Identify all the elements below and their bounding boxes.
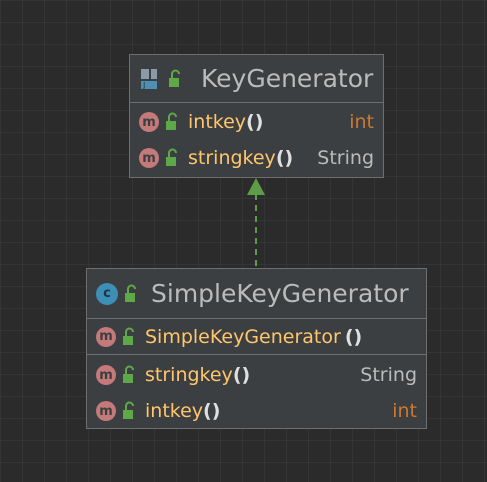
method-icon: m — [96, 365, 116, 385]
method-row-intkey[interactable]: m intkey() int — [130, 104, 383, 140]
method-name: intkey() — [145, 400, 221, 422]
return-type: String — [360, 364, 417, 386]
interface-key-generator[interactable]: J KeyGenerator m intkey() int m stringke… — [129, 54, 384, 178]
lock-icon — [125, 284, 136, 302]
method-row-intkey[interactable]: m intkey() int — [87, 393, 426, 429]
method-row-stringkey[interactable]: m stringkey() String — [130, 140, 383, 176]
lock-icon — [123, 327, 134, 345]
return-type: int — [392, 400, 417, 422]
section-divider: m stringkey() String m intkey() int — [87, 354, 426, 429]
class-header: c SimpleKeyGenerator — [87, 269, 426, 319]
method-icon: m — [96, 401, 116, 421]
constructor-name: SimpleKeyGenerator() — [145, 325, 363, 348]
lock-icon — [123, 365, 134, 383]
method-name: stringkey() — [188, 147, 294, 169]
lock-icon — [169, 69, 180, 87]
return-type: String — [317, 147, 374, 169]
svg-text:J: J — [142, 81, 145, 90]
method-name: stringkey() — [145, 364, 251, 386]
method-icon: m — [139, 112, 159, 132]
interface-icon: J — [141, 68, 157, 90]
lock-icon — [166, 112, 177, 130]
method-name: intkey() — [188, 111, 264, 133]
method-icon: m — [96, 326, 116, 347]
lock-icon — [123, 401, 134, 419]
lock-icon — [166, 148, 177, 166]
class-title: SimpleKeyGenerator — [151, 279, 409, 308]
method-row-stringkey[interactable]: m stringkey() String — [87, 357, 426, 393]
class-icon: c — [96, 282, 118, 305]
constructor-row[interactable]: m SimpleKeyGenerator() — [87, 319, 426, 354]
interface-header: J KeyGenerator — [130, 55, 383, 103]
return-type: int — [349, 111, 374, 133]
class-simple-key-generator[interactable]: c SimpleKeyGenerator m SimpleKeyGenerato… — [86, 268, 427, 429]
implements-arrowhead — [247, 178, 265, 195]
interface-title: KeyGenerator — [201, 64, 374, 93]
method-icon: m — [139, 148, 159, 168]
